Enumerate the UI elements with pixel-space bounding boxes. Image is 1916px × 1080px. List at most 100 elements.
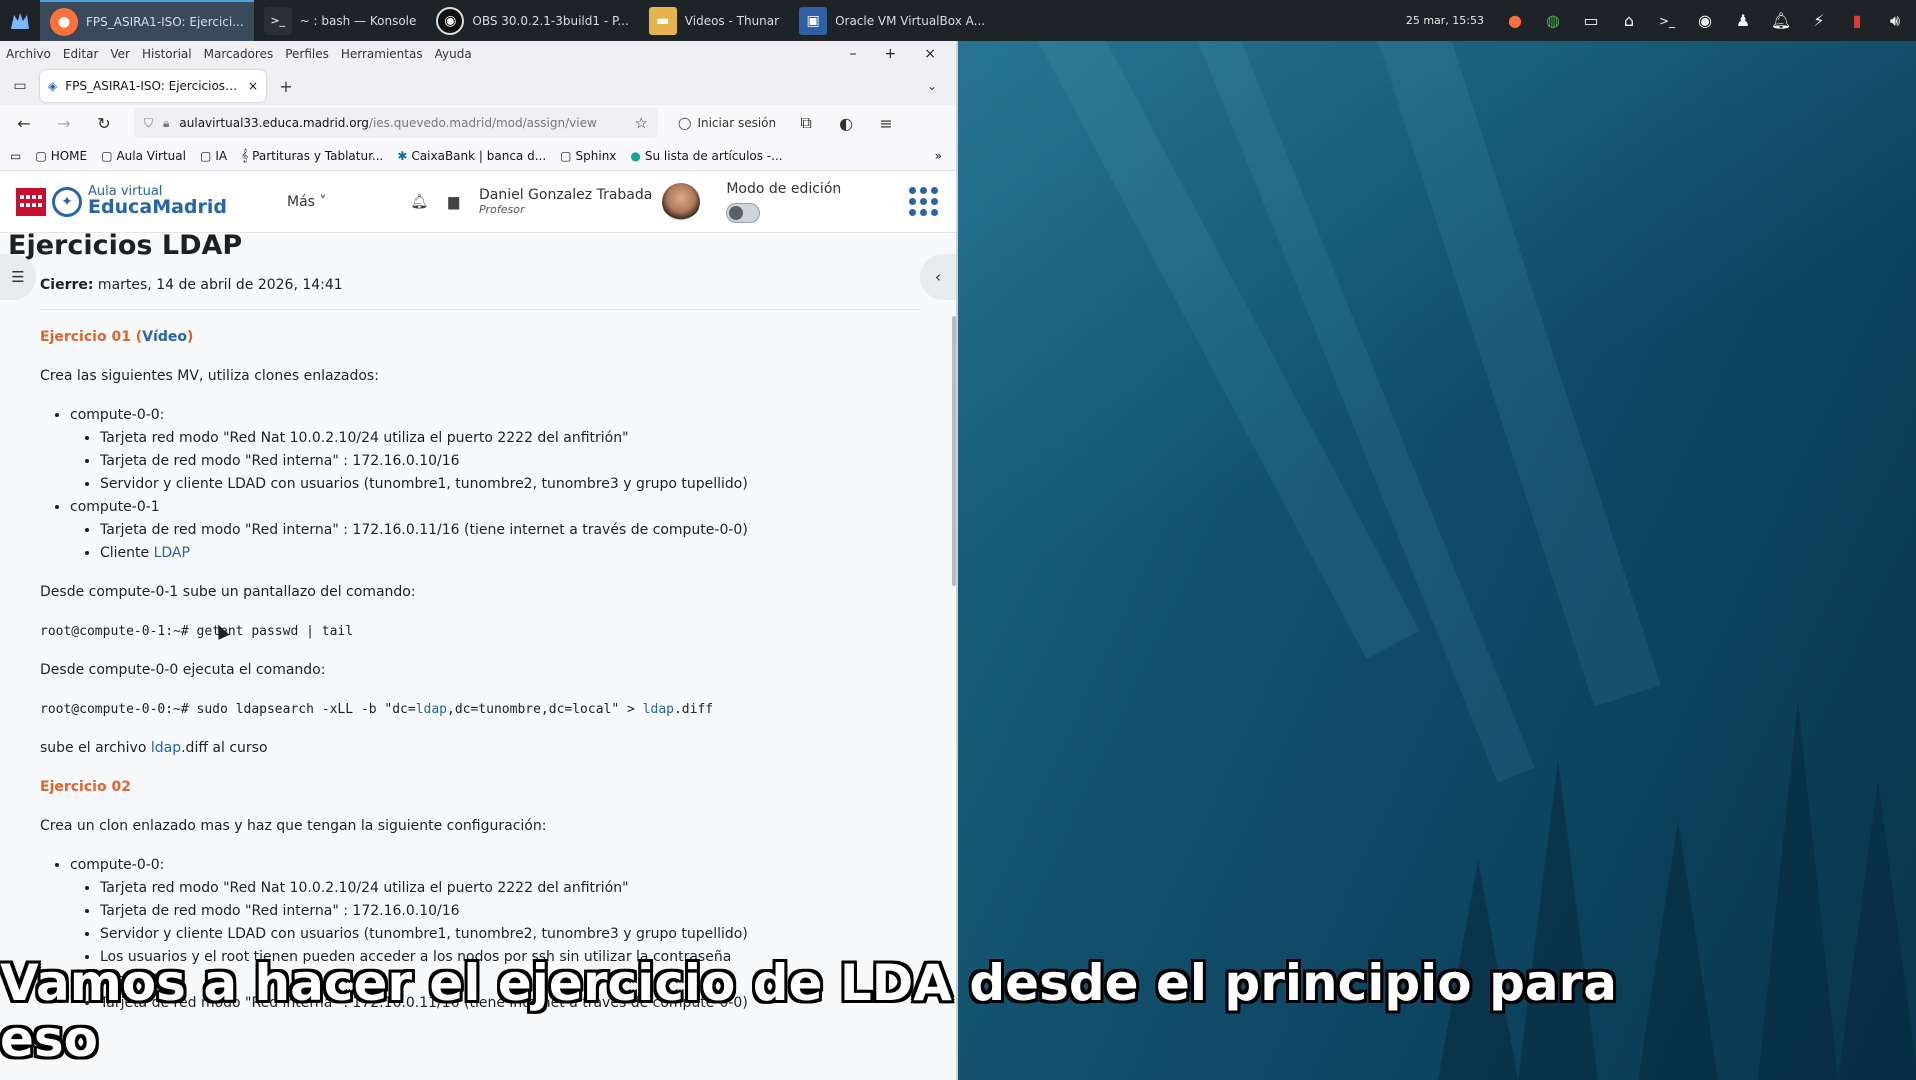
firefox-launcher-icon[interactable]: ● (1502, 8, 1528, 34)
node-name: compute-0-0: (70, 407, 165, 423)
educamadrid-logo[interactable]: Aula virtual EducaMadrid (88, 185, 227, 219)
browser-window: Archivo Editar Ver Historial Marcadores … (0, 41, 958, 1080)
user-icon[interactable]: ♟ (1730, 8, 1756, 34)
ldap-link[interactable]: ldap (643, 702, 674, 717)
apps-grid-icon[interactable] (909, 187, 938, 216)
tab-moodle[interactable]: ◈ FPS_ASIRA1-ISO: Ejercicios LD × (40, 70, 266, 102)
reload-button[interactable]: ↻ (94, 114, 114, 133)
menu-ver[interactable]: Ver (110, 47, 130, 61)
comunidad-madrid-logo[interactable] (16, 187, 46, 216)
obs-icon: ◉ (436, 6, 465, 35)
menu-herramientas[interactable]: Herramientas (341, 47, 423, 61)
menu-editar[interactable]: Editar (63, 47, 99, 61)
menu-bar: Archivo Editar Ver Historial Marcadores … (0, 41, 956, 67)
notifications-icon[interactable]: 🔔︎ (1768, 8, 1794, 34)
task-label: Oracle VM VirtualBox A... (835, 13, 986, 28)
task-konsole[interactable]: >_ ~ : bash — Konsole (254, 0, 427, 41)
edit-mode-label: Modo de edición (726, 180, 842, 197)
bookmark-star-icon[interactable]: ☆ (635, 114, 648, 132)
bookmark-home[interactable]: ▢ HOME (35, 149, 87, 163)
forward-button[interactable]: → (54, 114, 74, 133)
page-title: Ejercicios LDAP (8, 230, 243, 261)
extensions-icon[interactable]: ⧉ (796, 113, 816, 133)
task-thunar[interactable]: ▬ Videos - Thunar (639, 0, 789, 41)
home-folder-icon[interactable]: ⌂ (1616, 8, 1642, 34)
bookmark-caixabank[interactable]: ✱ CaixaBank | banca d... (397, 149, 546, 163)
menu-historial[interactable]: Historial (142, 47, 192, 61)
menu-ayuda[interactable]: Ayuda (435, 47, 472, 61)
network-icon[interactable]: ▮ (1844, 8, 1870, 34)
tab-overview-icon[interactable]: ▭ (10, 78, 30, 94)
task-label: Videos - Thunar (684, 13, 780, 28)
more-bookmarks-icon[interactable]: » (935, 149, 942, 163)
subtitle-line-2: eso (0, 1010, 99, 1068)
bookmark-label: Su lista de artículos -... (644, 148, 783, 163)
addon-icon[interactable]: ◐ (836, 114, 856, 133)
mas-menu[interactable]: Más ˅ (287, 194, 326, 210)
avatar[interactable] (662, 182, 701, 221)
due-date: Cierre: martes, 14 de abril de 2026, 14:… (40, 274, 920, 310)
task-virtualbox[interactable]: ▣ Oracle VM VirtualBox A... (789, 0, 995, 41)
list-item: Tarjeta de red modo "Red interna" : 172.… (100, 900, 920, 923)
virtualbox-icon: ▣ (799, 6, 828, 35)
close-window-button[interactable]: × (924, 46, 936, 62)
tab-close-button[interactable]: × (248, 79, 258, 93)
screenshot-icon[interactable]: ▭ (1578, 8, 1604, 34)
task-firefox[interactable]: ● FPS_ASIRA1-ISO: Ejercici... (40, 0, 254, 41)
minimize-button[interactable]: – (850, 46, 857, 62)
bookmark-ia[interactable]: ▢ IA (200, 149, 227, 163)
app-menu-icon[interactable] (0, 0, 40, 41)
text: .diff al curso (181, 740, 268, 756)
back-button[interactable]: ← (14, 114, 34, 133)
task-label: FPS_ASIRA1-ISO: Ejercici... (86, 14, 244, 29)
user-menu[interactable]: Daniel Gonzalez Trabada Profesor (479, 187, 652, 217)
task-obs[interactable]: ◉ OBS 30.0.2.1-3build1 - P... (426, 0, 638, 41)
scrollbar[interactable] (952, 316, 956, 586)
firefox-icon: ● (50, 7, 78, 36)
article-list-icon: ● (630, 148, 641, 163)
edit-mode-toggle[interactable] (726, 202, 761, 223)
bookmark-aula-virtual[interactable]: ▢ Aula Virtual (101, 149, 186, 163)
bookmarks-manager-icon[interactable]: ▭ (10, 149, 21, 163)
ldap-link[interactable]: ldap (416, 702, 447, 717)
video-link[interactable]: Vídeo (142, 329, 187, 345)
menu-archivo[interactable]: Archivo (6, 47, 51, 61)
block-drawer-chevron-left-icon[interactable]: ‹ (920, 254, 956, 300)
messages-icon[interactable]: ▆ (448, 194, 459, 210)
menu-marcadores[interactable]: Marcadores (204, 47, 274, 61)
hamburger-menu-icon[interactable]: ≡ (876, 114, 896, 133)
caixabank-icon: ✱ (397, 148, 408, 163)
ldap-link[interactable]: ldap (151, 740, 181, 756)
bookmark-articulos[interactable]: ● Su lista de artículos -... (630, 149, 782, 163)
bookmark-label: Aula Virtual (116, 148, 186, 163)
chrome-launcher-icon[interactable]: ◍ (1540, 8, 1566, 34)
exercise-1-intro: Crea las siguientes MV, utiliza clones e… (40, 368, 379, 384)
bookmark-label: Sphinx (575, 148, 617, 163)
lock-icon[interactable]: 🔒︎ (163, 116, 169, 131)
terminal-launcher-icon[interactable]: >_ (1654, 8, 1680, 34)
node-name: compute-0-0: (70, 857, 165, 873)
signin-button[interactable]: ◯ Iniciar sesión (678, 116, 776, 130)
video-subtitles: Vamos a hacer el ejercicio de LDA desde … (0, 955, 1916, 1067)
system-tray: 25 mar, 15:53 ● ◍ ▭ ⌂ >_ ◉ ♟ 🔔︎ ⚡︎ ▮ 🔊︎ (1406, 8, 1916, 34)
maximize-button[interactable]: + (885, 46, 897, 62)
user-role: Profesor (478, 203, 525, 217)
account-icon: ◯ (678, 116, 692, 130)
bookmark-sphinx[interactable]: ▢ Sphinx (560, 149, 616, 163)
tab-list-chevron-icon[interactable]: ⌄ (922, 79, 942, 93)
bookmark-partituras[interactable]: 𝄞 Partituras y Tablatur... (241, 148, 383, 163)
notification-bell-icon[interactable]: 🔔︎ (410, 194, 428, 210)
power-icon[interactable]: ⚡︎ (1806, 8, 1832, 34)
task-label: OBS 30.0.2.1-3build1 - P... (472, 13, 629, 28)
obs-tray-icon[interactable]: ◉ (1692, 8, 1718, 34)
due-date-label: Cierre: (40, 277, 94, 293)
menu-perfiles[interactable]: Perfiles (285, 47, 329, 61)
ldap-link[interactable]: LDAP (154, 545, 190, 561)
command-getent: root@compute-0-1:~# getent passwd | tail (40, 624, 354, 639)
clock[interactable]: 25 mar, 15:53 (1406, 14, 1484, 27)
command-ldapsearch: root@compute-0-0:~# sudo ldapsearch -xLL… (40, 698, 920, 721)
new-tab-button[interactable]: + (276, 77, 296, 96)
volume-icon[interactable]: 🔊︎ (1882, 8, 1908, 34)
url-bar[interactable]: ⛉ 🔒︎ aulavirtual33.educa.madrid.org/ies.… (134, 108, 658, 138)
shield-icon[interactable]: ⛉ (144, 116, 153, 131)
